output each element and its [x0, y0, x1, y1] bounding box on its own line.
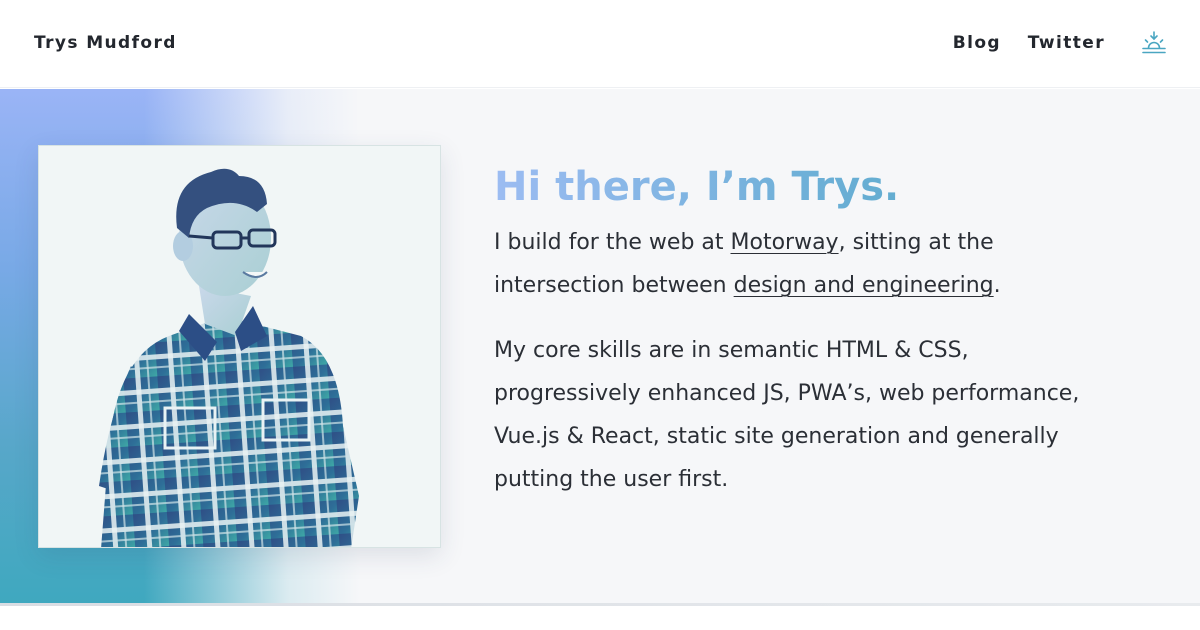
- site-header: Trys Mudford Blog Twitter: [0, 0, 1200, 88]
- nav-twitter-link[interactable]: Twitter: [1028, 33, 1105, 53]
- section-divider: [0, 603, 1200, 606]
- design-engineering-link[interactable]: design and engineering: [734, 273, 994, 298]
- sunrise-icon[interactable]: [1141, 30, 1167, 56]
- hero-section: Hi there, I’m Trys. I build for the web …: [0, 89, 1200, 603]
- site-brand-link[interactable]: Trys Mudford: [34, 33, 177, 53]
- skills-paragraph: My core skills are in semantic HTML & CS…: [494, 338, 1080, 492]
- intro-text-end: .: [993, 273, 1001, 298]
- intro-paragraph: I build for the web at Motorway, sitting…: [494, 221, 1104, 307]
- page-title: Hi there, I’m Trys.: [494, 163, 1104, 211]
- intro-content: Hi there, I’m Trys. I build for the web …: [494, 163, 1104, 523]
- portrait-photo: [38, 145, 441, 548]
- motorway-link[interactable]: Motorway: [731, 230, 839, 255]
- intro-text-start: I build for the web at: [494, 230, 731, 255]
- nav-blog-link[interactable]: Blog: [953, 33, 1001, 53]
